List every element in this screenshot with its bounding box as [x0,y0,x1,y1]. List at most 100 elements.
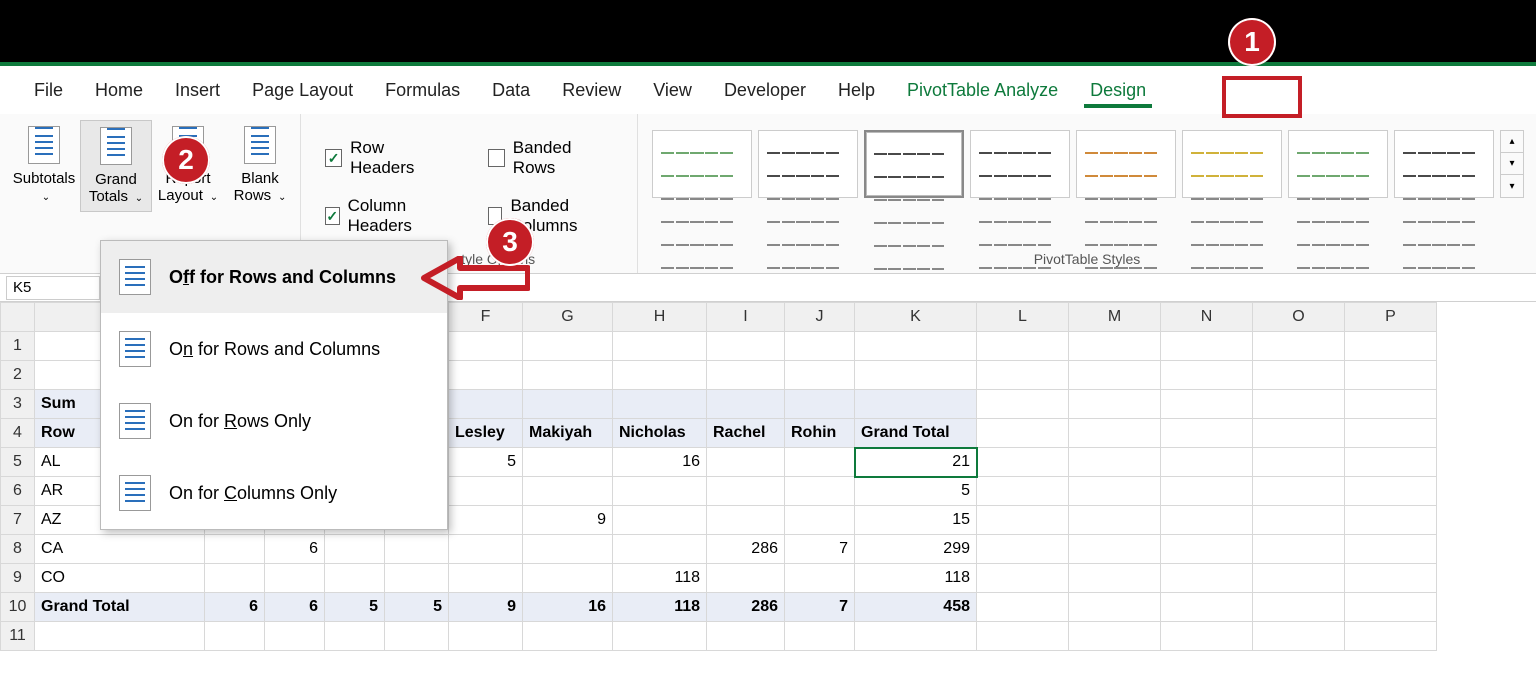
cell[interactable] [325,564,385,593]
cell[interactable]: 5 [449,448,523,477]
cell[interactable] [1253,622,1345,651]
cell[interactable] [35,622,205,651]
cell[interactable] [449,390,523,419]
cell[interactable]: Rachel [707,419,785,448]
cell[interactable] [449,622,523,651]
cell[interactable] [523,622,613,651]
style-swatch[interactable] [1288,130,1388,198]
blank-rows-button[interactable]: Blank Rows ⌄ [224,120,296,212]
cell[interactable] [325,535,385,564]
column-header[interactable]: I [707,303,785,332]
row-header[interactable]: 7 [1,506,35,535]
cell[interactable] [449,506,523,535]
cell[interactable] [1345,390,1437,419]
cell[interactable] [265,564,325,593]
gallery-scroll[interactable]: ▴ ▾ ▾ [1500,130,1524,198]
gallery-up-icon[interactable]: ▴ [1501,131,1523,153]
row-header[interactable]: 6 [1,477,35,506]
cell[interactable]: Grand Total [35,593,205,622]
cell[interactable] [1345,622,1437,651]
cell[interactable] [1345,564,1437,593]
cell[interactable]: 118 [855,564,977,593]
cell[interactable]: 6 [265,593,325,622]
cell[interactable] [707,332,785,361]
column-header[interactable]: M [1069,303,1161,332]
style-swatch[interactable] [1182,130,1282,198]
grand-totals-option[interactable]: On for Columns Only [101,457,447,529]
tab-help[interactable]: Help [822,66,891,114]
cell[interactable] [707,564,785,593]
cell[interactable] [1161,535,1253,564]
cell[interactable]: 6 [265,535,325,564]
cell[interactable] [1253,506,1345,535]
column-header[interactable]: P [1345,303,1437,332]
cell[interactable] [385,564,449,593]
cell[interactable] [1345,448,1437,477]
cell[interactable] [449,477,523,506]
cell[interactable] [1253,448,1345,477]
column-header[interactable]: L [977,303,1069,332]
cell[interactable] [1345,477,1437,506]
cell[interactable] [977,506,1069,535]
cell[interactable] [523,477,613,506]
cell[interactable] [977,361,1069,390]
cell[interactable] [1253,564,1345,593]
cell[interactable] [1253,361,1345,390]
cell[interactable] [325,622,385,651]
cell[interactable]: 21 [855,448,977,477]
row-header[interactable]: 11 [1,622,35,651]
cell[interactable] [523,361,613,390]
tab-pivottable-analyze[interactable]: PivotTable Analyze [891,66,1074,114]
cell[interactable] [523,535,613,564]
cell[interactable]: 286 [707,593,785,622]
cell[interactable]: Rohin [785,419,855,448]
cell[interactable] [855,622,977,651]
cell[interactable] [785,477,855,506]
cell[interactable] [385,622,449,651]
cell[interactable] [613,390,707,419]
cell[interactable]: 7 [785,535,855,564]
row-header[interactable]: 2 [1,361,35,390]
cell[interactable] [1161,332,1253,361]
cell[interactable] [1069,535,1161,564]
cell[interactable]: 16 [613,448,707,477]
cell[interactable] [1253,390,1345,419]
cell[interactable] [855,361,977,390]
cell[interactable] [855,332,977,361]
tab-data[interactable]: Data [476,66,546,114]
cell[interactable] [1253,332,1345,361]
style-swatch[interactable] [1394,130,1494,198]
cell[interactable] [1253,535,1345,564]
cell[interactable] [707,361,785,390]
cell[interactable] [1253,477,1345,506]
cell[interactable] [613,477,707,506]
cell[interactable] [1161,622,1253,651]
cell[interactable] [1069,477,1161,506]
cell[interactable] [707,622,785,651]
cell[interactable] [523,332,613,361]
column-header[interactable]: N [1161,303,1253,332]
cell[interactable]: 15 [855,506,977,535]
cell[interactable] [205,622,265,651]
name-box[interactable] [6,276,100,300]
cell[interactable] [707,506,785,535]
cell[interactable] [977,448,1069,477]
cell[interactable]: 5 [855,477,977,506]
cell[interactable] [785,448,855,477]
cell[interactable]: 5 [385,593,449,622]
column-header[interactable]: O [1253,303,1345,332]
cell[interactable] [1253,593,1345,622]
cell[interactable] [613,332,707,361]
cell[interactable] [205,535,265,564]
cell[interactable] [205,564,265,593]
cell[interactable] [1161,593,1253,622]
cell[interactable]: 5 [325,593,385,622]
style-swatch[interactable] [652,130,752,198]
grand-totals-option[interactable]: On for Rows Only [101,385,447,457]
row-header[interactable]: 5 [1,448,35,477]
cell[interactable]: 9 [449,593,523,622]
cell[interactable] [613,361,707,390]
cell[interactable] [1069,332,1161,361]
cell[interactable] [1069,390,1161,419]
tab-design[interactable]: Design [1074,66,1162,114]
